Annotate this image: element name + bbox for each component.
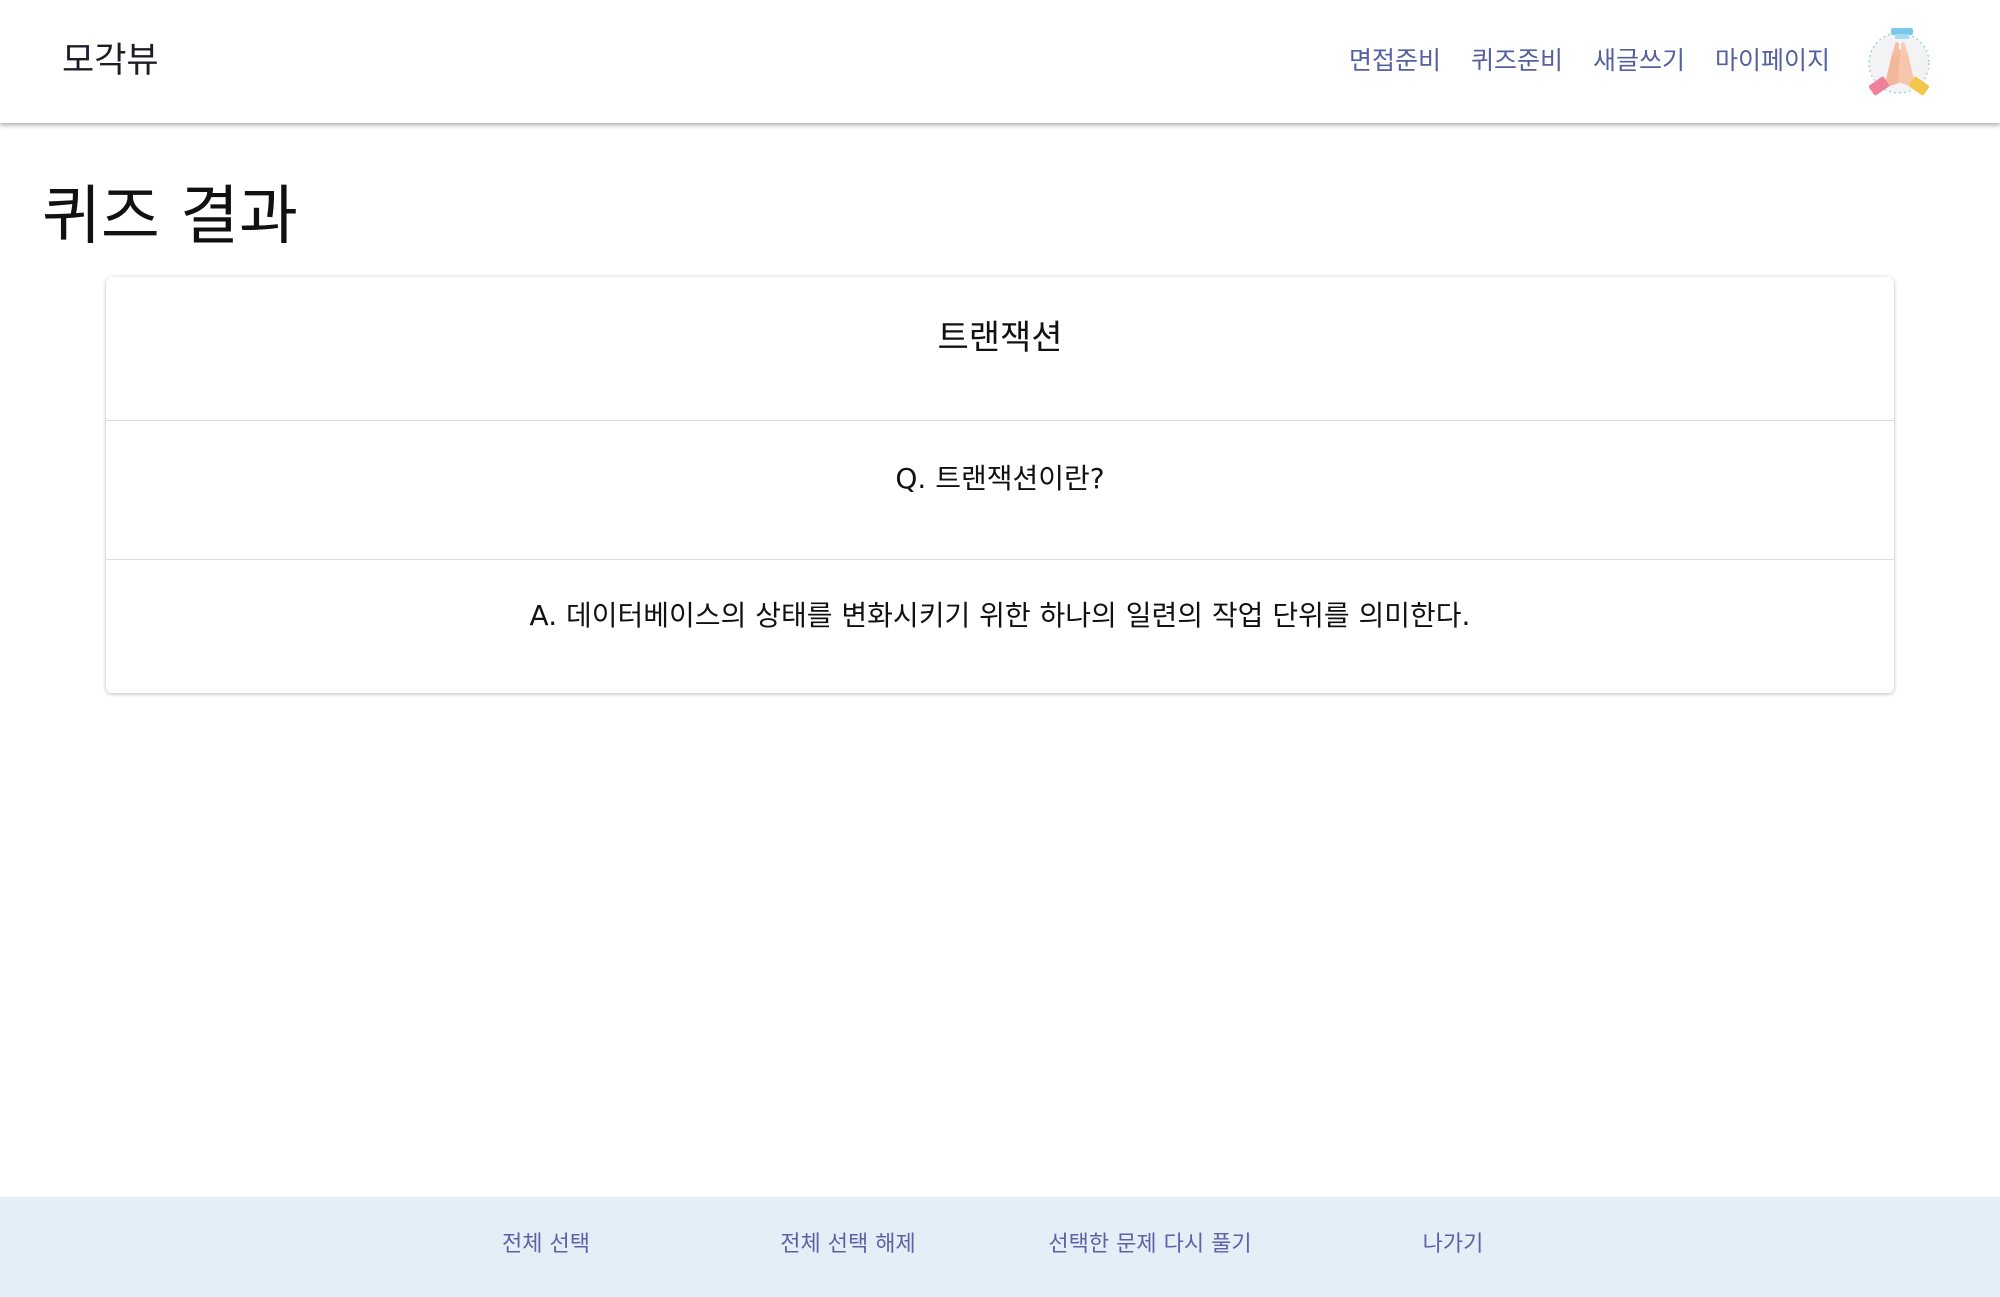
nav-link-new-post[interactable]: 새글쓰기 [1593, 44, 1685, 78]
exit-button[interactable]: 나가기 [1423, 1229, 1484, 1261]
select-all-button[interactable]: 전체 선택 [502, 1229, 590, 1261]
quiz-question-text: Q. 트랜잭션이란? [895, 462, 1105, 495]
top-app-bar: 모각뷰 면접준비 퀴즈준비 새글쓰기 마이페이지 [0, 0, 2000, 123]
quiz-answer-row[interactable]: A. 데이터베이스의 상태를 변화시키기 위한 하나의 일련의 작업 단위를 의… [106, 560, 1894, 693]
main-nav: 면접준비 퀴즈준비 새글쓰기 마이페이지 [1349, 44, 1830, 78]
nav-link-quiz-prep[interactable]: 퀴즈준비 [1471, 44, 1563, 78]
deselect-all-button[interactable]: 전체 선택 해제 [780, 1229, 915, 1261]
quiz-result-card: 트랜잭션 Q. 트랜잭션이란? A. 데이터베이스의 상태를 변화시키기 위한 … [106, 277, 1894, 693]
page-title: 퀴즈 결과 [42, 180, 298, 254]
retry-selected-button[interactable]: 선택한 문제 다시 풀기 [1048, 1229, 1251, 1261]
quiz-answer-text: A. 데이터베이스의 상태를 변화시키기 위한 하나의 일련의 작업 단위를 의… [529, 598, 1471, 632]
nav-link-my-page[interactable]: 마이페이지 [1715, 44, 1830, 78]
brand-logo-text[interactable]: 모각뷰 [62, 38, 159, 84]
high-five-hands-icon[interactable] [1862, 26, 1936, 100]
bottom-action-bar: 전체 선택 전체 선택 해제 선택한 문제 다시 풀기 나가기 [0, 1197, 2000, 1297]
nav-link-interview-prep[interactable]: 면접준비 [1349, 44, 1441, 78]
quiz-topic-title: 트랜잭션 [937, 317, 1063, 358]
quiz-topic-row[interactable]: 트랜잭션 [106, 277, 1894, 421]
quiz-question-row[interactable]: Q. 트랜잭션이란? [106, 421, 1894, 560]
